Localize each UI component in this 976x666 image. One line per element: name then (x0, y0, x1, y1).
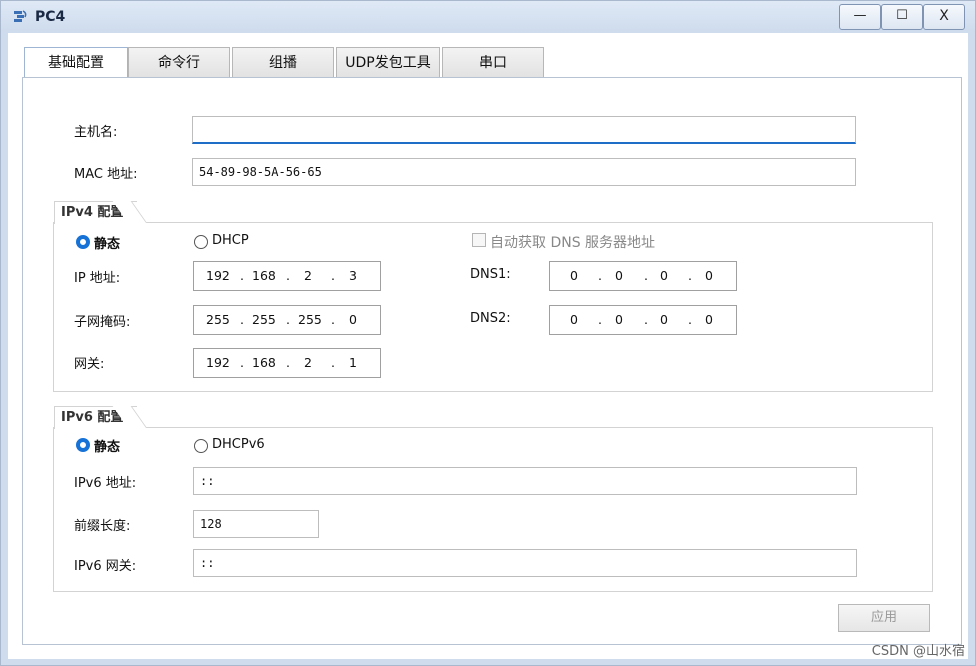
pc-app-icon (14, 10, 27, 22)
gateway-label: 网关: (74, 357, 105, 372)
pc4-window: PC4 — ☐ X 基础配置 命令行 组播 UDP发包工具 串口 主机名: MA… (0, 0, 976, 666)
dns2-input[interactable]: 0. 0. 0. 0 (549, 305, 737, 335)
minimize-button[interactable]: — (839, 4, 881, 30)
gw-octet-1: 192 (206, 355, 230, 370)
mask-octet-2: 255 (252, 312, 276, 327)
ip-octet-1: 192 (206, 268, 230, 283)
tab-serial[interactable]: 串口 (442, 47, 544, 77)
ipv6-gateway-label: IPv6 网关: (74, 559, 137, 574)
hostname-label: 主机名: (74, 125, 118, 140)
title-bar[interactable]: PC4 — ☐ X (1, 1, 975, 31)
basic-config-panel: 主机名: MAC 地址: 54-89-98-5A-56-65 IPv4 配置 静… (22, 77, 962, 645)
ip-octet-3: 2 (304, 268, 312, 283)
prefix-length-label: 前缀长度: (74, 519, 131, 534)
ipv6-address-label: IPv6 地址: (74, 476, 137, 491)
prefix-length-input[interactable]: 128 (193, 510, 319, 538)
dns2-octet-3: 0 (660, 312, 668, 327)
ip-address-input[interactable]: 192. 168. 2. 3 (193, 261, 381, 291)
close-icon: X (939, 8, 949, 24)
close-button[interactable]: X (923, 4, 965, 30)
subnet-mask-label: 子网掩码: (74, 315, 131, 330)
ipv4-static-label: 静态 (94, 237, 121, 252)
ipv4-static-radio[interactable] (76, 235, 90, 249)
dns1-label: DNS1: (470, 267, 511, 282)
csdn-watermark: CSDN @山水宿 (871, 644, 965, 659)
minimize-icon: — (853, 8, 867, 23)
hostname-input[interactable] (192, 116, 856, 144)
mask-octet-4: 0 (349, 312, 357, 327)
ip-octet-4: 3 (349, 268, 357, 283)
dns2-octet-4: 0 (705, 312, 713, 327)
dns1-octet-4: 0 (705, 268, 713, 283)
subnet-mask-input[interactable]: 255. 255. 255. 0 (193, 305, 381, 335)
dns2-octet-1: 0 (570, 312, 578, 327)
dns1-octet-3: 0 (660, 268, 668, 283)
gw-octet-2: 168 (252, 355, 276, 370)
ipv6-static-radio[interactable] (76, 438, 90, 452)
tab-multicast[interactable]: 组播 (232, 47, 334, 77)
ip-octet-2: 168 (252, 268, 276, 283)
dns1-octet-2: 0 (615, 268, 623, 283)
mac-label: MAC 地址: (74, 167, 138, 182)
ipv6-dhcp-radio[interactable] (194, 439, 208, 453)
mask-octet-1: 255 (206, 312, 230, 327)
tab-basic-config[interactable]: 基础配置 (24, 47, 128, 79)
gateway-input[interactable]: 192. 168. 2. 1 (193, 348, 381, 378)
gw-octet-4: 1 (349, 355, 357, 370)
auto-dns-checkbox[interactable] (472, 233, 486, 247)
dns1-octet-1: 0 (570, 268, 578, 283)
tab-udp-tool[interactable]: UDP发包工具 (336, 47, 440, 77)
ipv6-group: IPv6 配置 静态 DHCPv6 IPv6 地址: :: 前缀长度: 128 … (53, 406, 933, 592)
dns2-octet-2: 0 (615, 312, 623, 327)
ipv6-group-title: IPv6 配置 (54, 406, 138, 429)
ipv4-dhcp-label: DHCP (212, 233, 249, 248)
mac-input[interactable]: 54-89-98-5A-56-65 (192, 158, 856, 186)
gw-octet-3: 2 (304, 355, 312, 370)
ip-address-label: IP 地址: (74, 271, 121, 286)
dns1-input[interactable]: 0. 0. 0. 0 (549, 261, 737, 291)
ipv6-gateway-input[interactable]: :: (193, 549, 857, 577)
maximize-icon: ☐ (896, 8, 908, 23)
ipv4-group-title: IPv4 配置 (54, 201, 138, 224)
maximize-button[interactable]: ☐ (881, 4, 923, 30)
ipv6-static-label: 静态 (94, 440, 121, 455)
tab-command-line[interactable]: 命令行 (128, 47, 230, 77)
dns2-label: DNS2: (470, 311, 511, 326)
client-area: 基础配置 命令行 组播 UDP发包工具 串口 主机名: MAC 地址: 54-8… (8, 33, 968, 659)
mask-octet-3: 255 (298, 312, 322, 327)
window-title: PC4 (35, 9, 66, 25)
ipv4-group: IPv4 配置 静态 DHCP 自动获取 DNS 服务器地址 IP 地址: 19… (53, 201, 933, 392)
ipv4-dhcp-radio[interactable] (194, 235, 208, 249)
ipv6-address-input[interactable]: :: (193, 467, 857, 495)
auto-dns-label: 自动获取 DNS 服务器地址 (490, 235, 656, 251)
ipv6-dhcp-label: DHCPv6 (212, 437, 265, 452)
apply-button[interactable]: 应用 (838, 604, 930, 632)
